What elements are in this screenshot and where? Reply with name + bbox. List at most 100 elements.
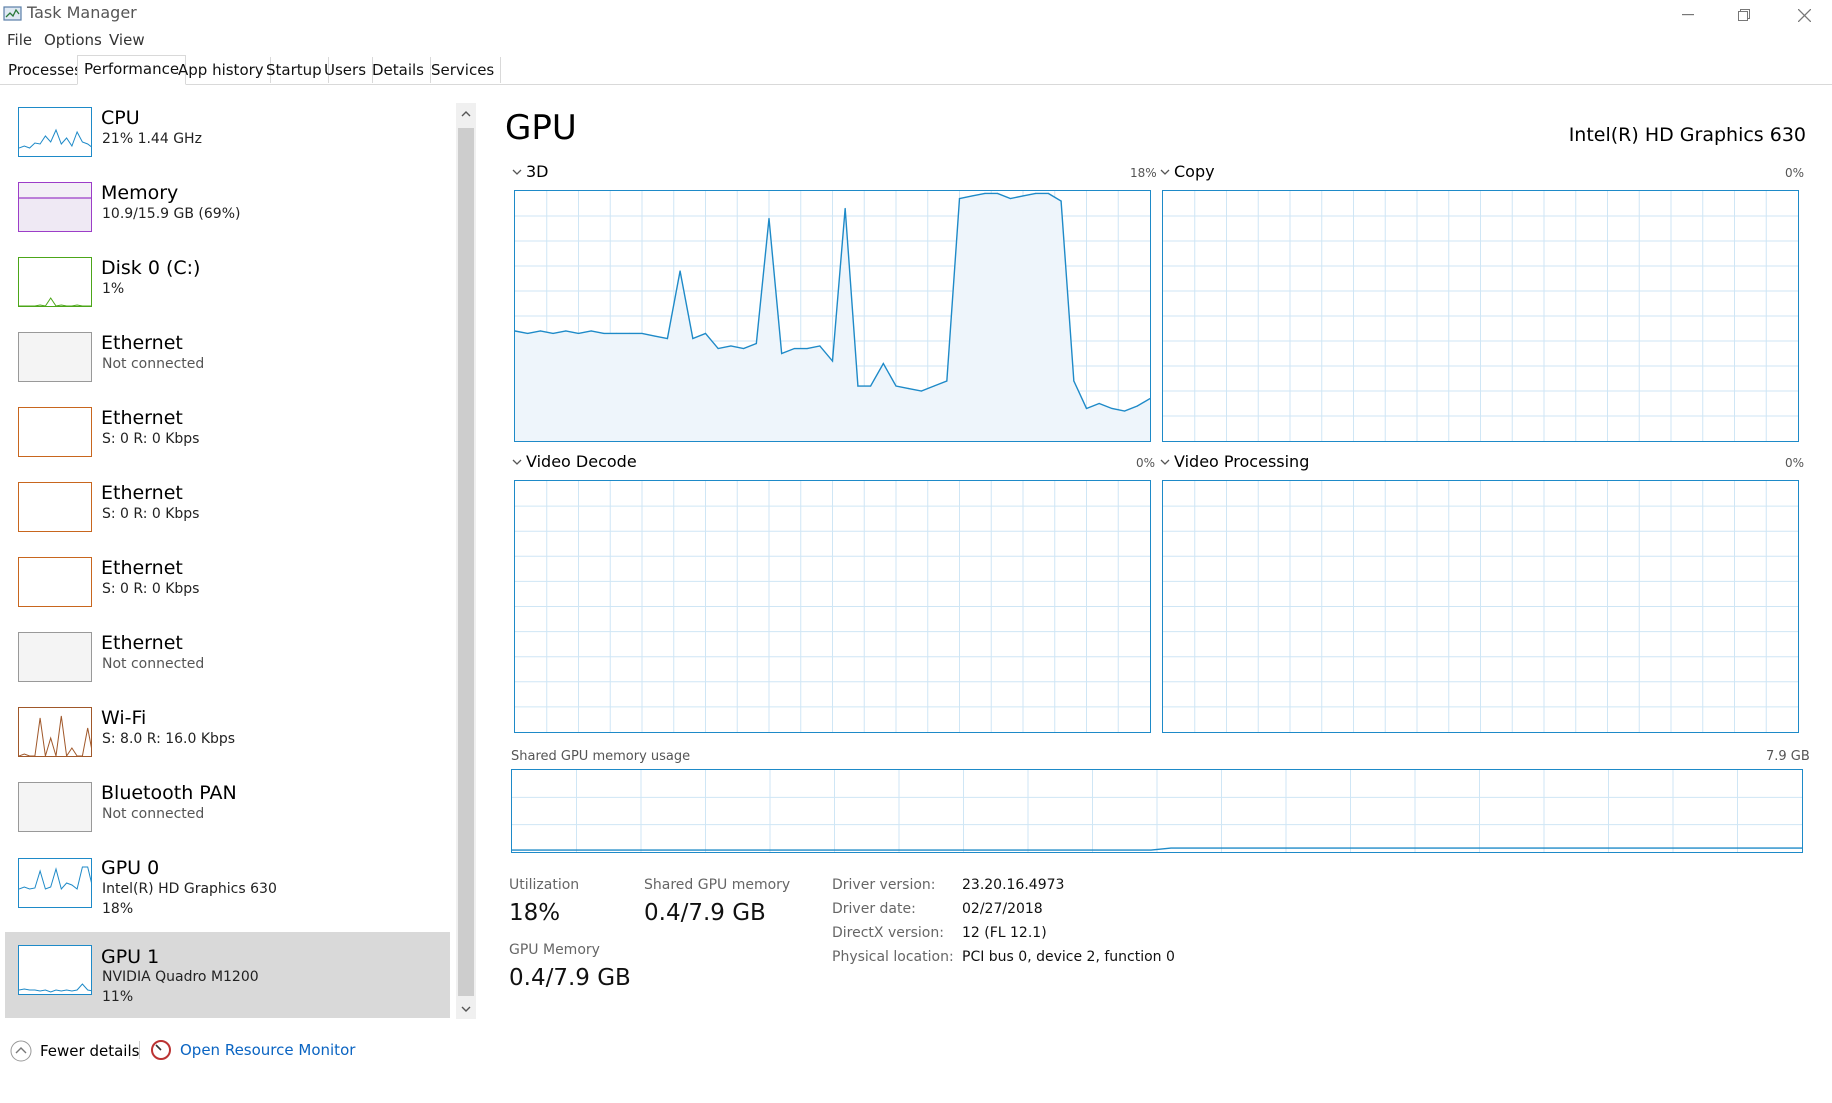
sparkline xyxy=(19,715,91,756)
data-point xyxy=(1009,197,1011,200)
sidebar-item-name: Ethernet xyxy=(101,332,183,354)
graph-label-copy: Copy xyxy=(1174,162,1215,181)
driver-date-value: 02/27/2018 xyxy=(962,901,1043,917)
tab-users[interactable]: Users xyxy=(318,57,374,83)
tab-performance[interactable]: Performance xyxy=(77,55,187,85)
gpu-model-name: Intel(R) HD Graphics 630 xyxy=(1568,124,1806,146)
data-point xyxy=(692,337,694,340)
driver-version-value: 23.20.16.4973 xyxy=(962,877,1065,893)
sidebar-item-status: NVIDIA Quadro M1200 xyxy=(102,969,259,985)
minimize-button[interactable] xyxy=(1660,0,1716,30)
data-point xyxy=(666,337,669,340)
data-point xyxy=(654,335,656,337)
sidebar-item-status: S: 0 R: 0 Kbps xyxy=(102,506,200,522)
resource-monitor-icon xyxy=(151,1040,171,1060)
data-point xyxy=(552,332,554,335)
utilization-value: 18% xyxy=(509,900,561,926)
data-point xyxy=(781,352,783,355)
data-point xyxy=(527,332,529,335)
sidebar-thumbnail-graph xyxy=(18,858,92,908)
data-point xyxy=(1085,407,1088,410)
fewer-details-button[interactable]: Fewer details xyxy=(10,1040,139,1062)
data-point xyxy=(857,385,859,387)
sidebar-item-status: S: 8.0 R: 16.0 Kbps xyxy=(102,731,236,747)
sparkline xyxy=(19,983,91,993)
sparkline xyxy=(19,866,91,891)
minimize-icon xyxy=(1682,14,1694,16)
menu-file[interactable]: File xyxy=(7,31,32,49)
sidebar-item-status: Not connected xyxy=(102,656,205,672)
data-point xyxy=(831,360,834,362)
data-point xyxy=(882,362,884,365)
graph-video-decode xyxy=(514,480,1151,733)
sparkline xyxy=(19,297,91,306)
sidebar-thumbnail-graph xyxy=(18,257,92,307)
tab-services[interactable]: Services xyxy=(425,57,502,83)
scroll-up-button[interactable] xyxy=(456,104,476,124)
graph-shared-memory xyxy=(511,769,1803,853)
chevron-down-icon xyxy=(461,1006,471,1012)
open-resource-monitor-link[interactable]: Open Resource Monitor xyxy=(150,1039,355,1061)
data-point xyxy=(1136,405,1138,407)
data-point xyxy=(755,342,757,345)
gpu-memory-value: 0.4/7.9 GB xyxy=(509,965,631,991)
data-point xyxy=(1098,402,1100,405)
sidebar-item-name: GPU 0 xyxy=(101,857,160,879)
sidebar-item-status: S: 0 R: 0 Kbps xyxy=(102,431,200,447)
data-point xyxy=(933,385,935,387)
graph-pct-video-processing: 0% xyxy=(1785,456,1805,470)
sidebar-thumbnail-graph xyxy=(18,557,92,607)
title-bar xyxy=(0,0,1832,30)
tab-processes[interactable]: Processes xyxy=(2,57,89,83)
scroll-down-button[interactable] xyxy=(456,999,476,1019)
data-point xyxy=(641,332,643,335)
chevron-down-icon xyxy=(1160,459,1170,465)
graph-selector-video-processing[interactable]: Video Processing xyxy=(1160,452,1309,471)
graph-label-video-processing: Video Processing xyxy=(1174,452,1310,471)
task-manager-icon xyxy=(3,6,22,21)
graph-video-processing xyxy=(1162,480,1799,733)
graph-selector-video-decode[interactable]: Video Decode xyxy=(512,452,637,471)
sidebar-item-name: Memory xyxy=(101,182,179,204)
graph-pct-copy: 0% xyxy=(1785,166,1805,180)
graph-selector-3d[interactable]: 3D xyxy=(512,162,549,181)
close-button[interactable] xyxy=(1776,0,1832,30)
data-point xyxy=(1022,195,1024,197)
physical-location-label: Physical location: xyxy=(832,949,954,965)
sidebar-thumbnail-graph xyxy=(18,407,92,457)
data-point xyxy=(679,270,681,272)
data-point xyxy=(603,332,605,335)
menu-options[interactable]: Options xyxy=(44,31,102,49)
data-point xyxy=(946,380,948,382)
fewer-details-label: Fewer details xyxy=(40,1042,140,1060)
data-point xyxy=(1149,397,1150,400)
data-point xyxy=(1123,410,1126,412)
scrollbar-thumb[interactable] xyxy=(458,128,474,996)
data-point xyxy=(1111,407,1113,410)
graph-selector-copy[interactable]: Copy xyxy=(1160,162,1215,181)
graph-label-3d: 3D xyxy=(526,162,549,181)
sidebar-item-status: S: 0 R: 0 Kbps xyxy=(102,581,200,597)
tab-details[interactable]: Details xyxy=(366,57,432,83)
shared-memory-label: Shared GPU memory usage xyxy=(511,749,691,764)
data-point xyxy=(920,390,923,392)
data-point xyxy=(742,347,745,350)
sidebar-item-status: Not connected xyxy=(102,356,205,372)
menu-view[interactable]: View xyxy=(109,31,145,49)
restore-button[interactable] xyxy=(1716,0,1772,30)
data-point xyxy=(908,387,910,390)
data-point xyxy=(819,345,821,347)
data-point xyxy=(704,332,707,335)
sidebar-item-status: 10.9/15.9 GB (69%) xyxy=(102,206,241,222)
tab-app-history[interactable]: App history xyxy=(172,57,271,83)
data-point xyxy=(869,385,872,387)
data-point xyxy=(515,330,516,332)
sidebar-thumbnail-graph xyxy=(18,107,92,157)
sidebar-item-status: 1% xyxy=(102,281,125,297)
sidebar-item-status: Not connected xyxy=(102,806,205,822)
sidebar-item-status: Intel(R) HD Graphics 630 xyxy=(102,881,277,897)
graph-pct-video-decode: 0% xyxy=(1136,456,1156,470)
directx-version-value: 12 (FL 12.1) xyxy=(962,925,1047,941)
data-point xyxy=(730,345,732,347)
driver-date-label: Driver date: xyxy=(832,901,916,917)
